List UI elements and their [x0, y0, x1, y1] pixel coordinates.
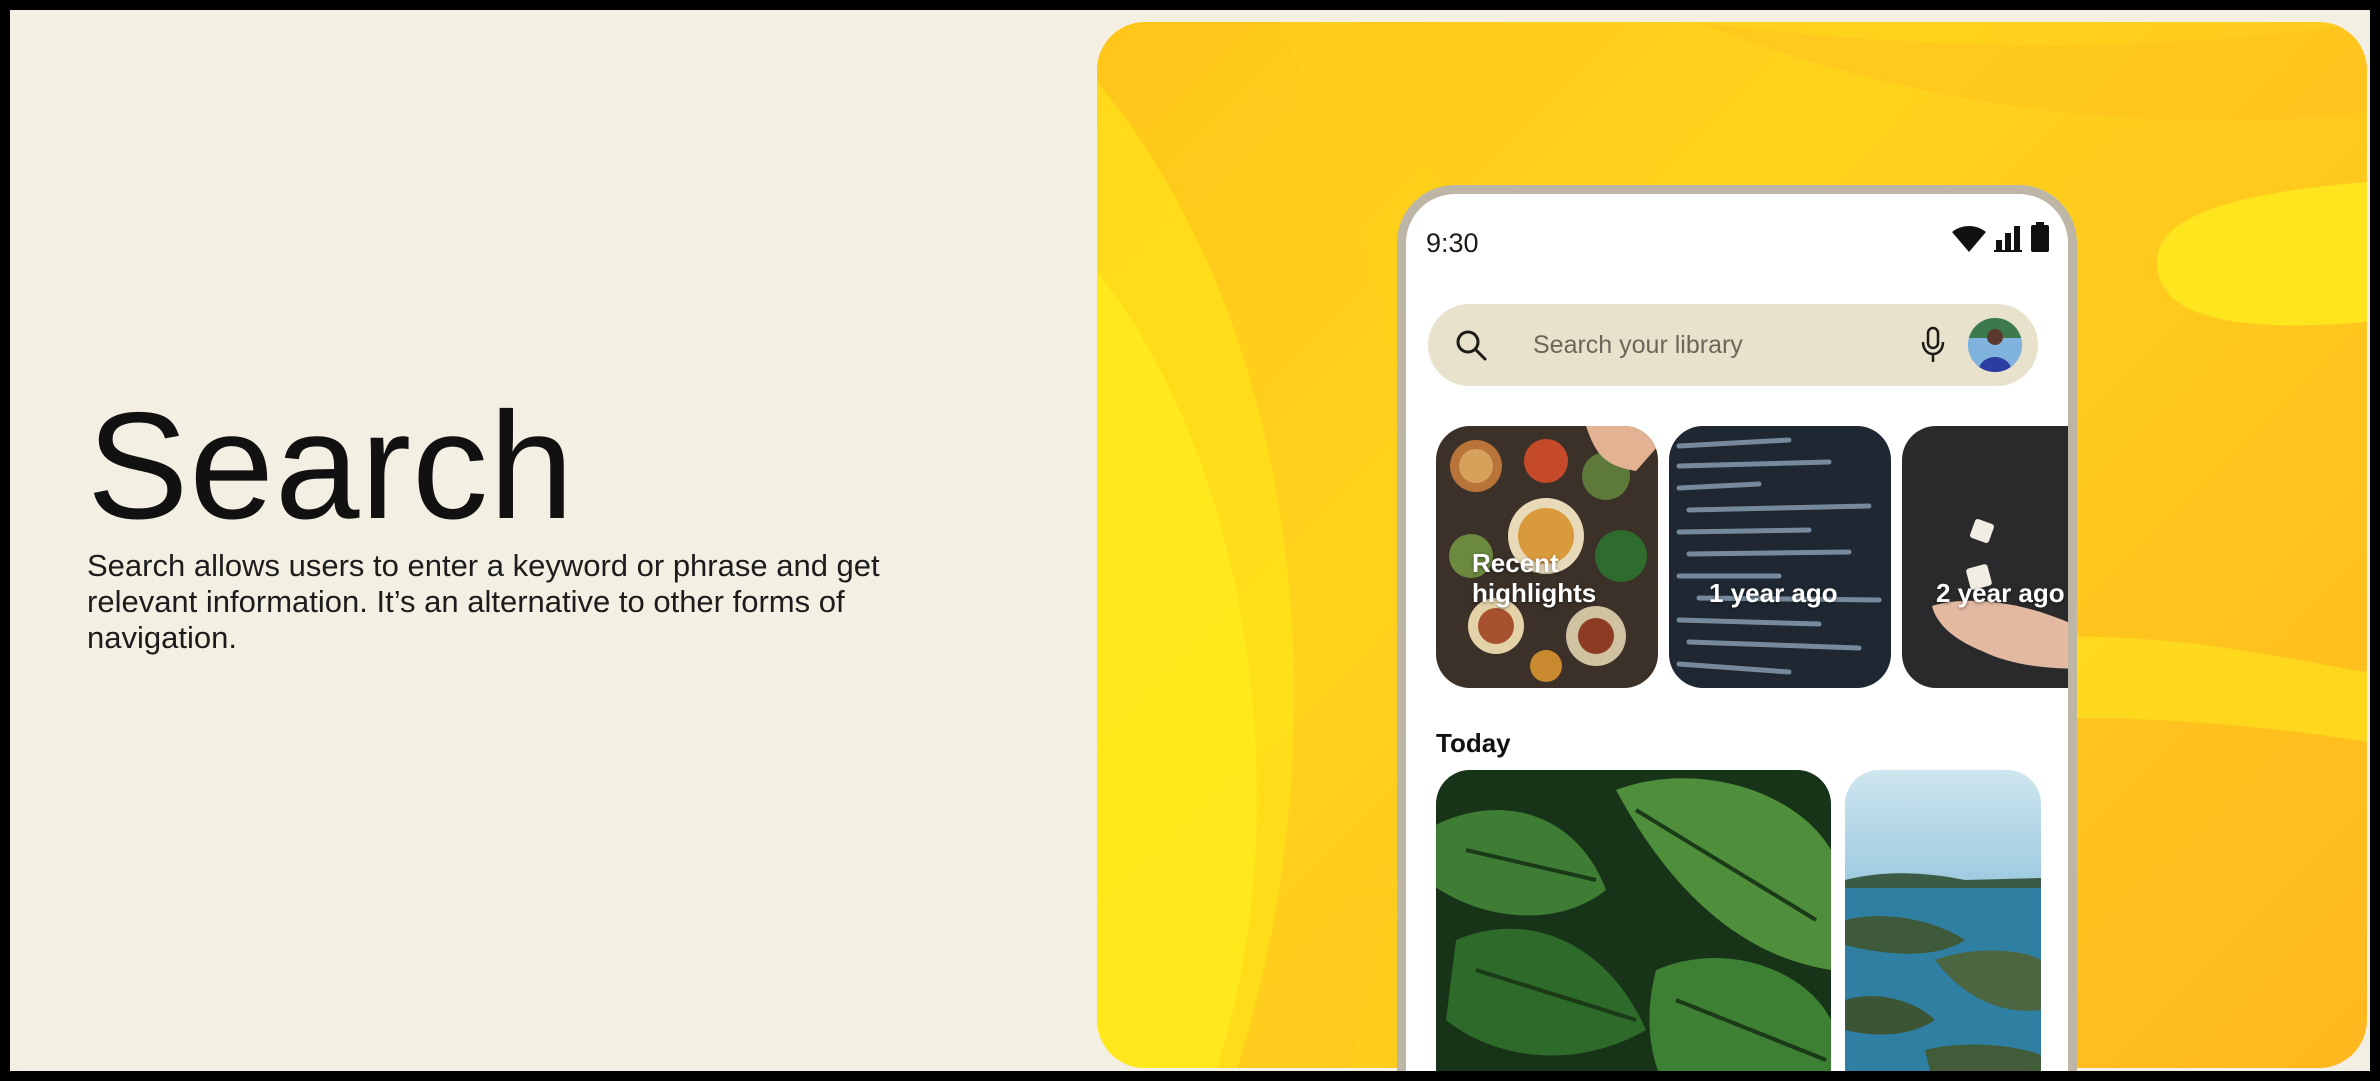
- status-bar-icons: [1952, 222, 2050, 252]
- memory-label: Recent highlights: [1472, 548, 1597, 608]
- phone-mockup: 9:30 Search your library Recent highligh…: [1397, 185, 2077, 1071]
- wifi-icon: [1952, 226, 1986, 252]
- memory-card[interactable]: Recent highlights: [1436, 426, 1658, 688]
- memory-label: 2 year ago: [1936, 578, 2065, 608]
- memory-label: 1 year ago: [1709, 578, 1838, 608]
- signal-icon: [1994, 226, 2022, 252]
- dice-hand-photo: [1902, 426, 2068, 688]
- page-frame: Search Search allows users to enter a ke…: [10, 10, 2370, 1071]
- section-title-today: Today: [1436, 728, 1511, 758]
- memories-carousel: Recent highlights 1 year ago 2 year ago: [1436, 426, 2068, 688]
- avatar[interactable]: [1968, 318, 2022, 372]
- coast-aerial-photo: [1845, 770, 2041, 1071]
- search-bar[interactable]: Search your library: [1428, 304, 2038, 386]
- search-icon[interactable]: [1454, 328, 1488, 362]
- monstera-leaves-photo: [1436, 770, 1831, 1071]
- avatar-image: [1968, 318, 2022, 372]
- mic-icon[interactable]: [1920, 326, 1946, 364]
- memory-card[interactable]: 2 year ago: [1902, 426, 2068, 688]
- page-description: Search allows users to enter a keyword o…: [87, 548, 880, 655]
- status-time: 9:30: [1426, 228, 1479, 258]
- battery-icon: [2031, 222, 2049, 252]
- code-screen-photo: [1669, 426, 1891, 688]
- memory-card[interactable]: 1 year ago: [1669, 426, 1891, 688]
- photo-tile[interactable]: [1845, 770, 2041, 1071]
- page-title: Search: [87, 381, 575, 551]
- photo-tile[interactable]: [1436, 770, 1831, 1071]
- search-placeholder[interactable]: Search your library: [1533, 331, 1743, 360]
